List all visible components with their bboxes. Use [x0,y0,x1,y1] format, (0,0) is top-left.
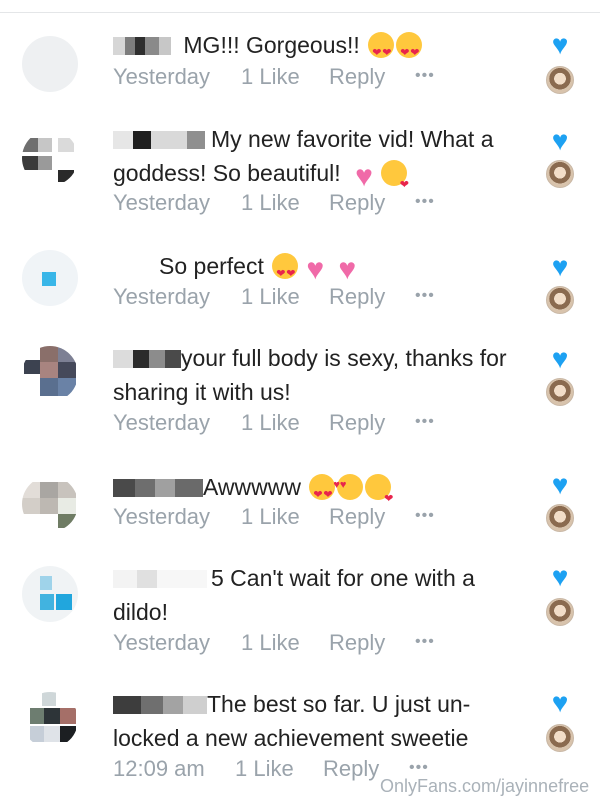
timestamp: 12:09 am [113,756,205,781]
more-dots-icon[interactable]: ••• [415,507,435,524]
watermark: OnlyFans.com/jayinnefree [380,776,590,796]
avatar[interactable] [22,566,78,622]
timestamp: Yesterday [113,190,211,215]
avatar[interactable] [22,476,78,532]
comment-text: So perfect ♥ ♥ [113,249,533,291]
more-dots-icon[interactable]: ••• [409,759,429,776]
like-count[interactable]: 1 Like [241,64,329,90]
heart-eyes-emoji-icon [309,474,336,512]
reply-button[interactable]: Reply [329,284,415,310]
comment-body: So perfect [159,253,264,279]
like-count[interactable]: 1 Like [241,630,329,656]
avatar [546,598,574,626]
reply-button[interactable]: Reply [329,190,415,216]
avatar [546,160,574,188]
comment-meta: Yesterday 1 Like Reply ••• [113,504,435,530]
more-dots-icon[interactable]: ••• [415,413,435,430]
avatar[interactable] [22,36,78,92]
avatar [546,724,574,752]
reply-button[interactable]: Reply [329,504,415,530]
heart-icon[interactable]: ♥ [547,31,573,59]
redacted-username [113,472,203,497]
comment-text: MG!!! Gorgeous!! [113,28,533,70]
comment-text: The best so far. U just un- locked a new… [113,687,533,755]
like-count[interactable]: 1 Like [241,504,329,530]
comment-meta: Yesterday 1 Like Reply ••• [113,410,435,436]
heart-icon[interactable]: ♥ [547,471,573,499]
heart-icon[interactable]: ♥ [547,689,573,717]
heart-icon[interactable]: ♥ [547,345,573,373]
timestamp: Yesterday [113,64,211,89]
redacted-username [113,30,171,55]
avatar [546,378,574,406]
comment-text: 5 Can't wait for one with a dildo! [113,561,533,629]
heart-eyes-emoji-icon [368,32,395,70]
heart-eyes-emoji-icon [272,253,299,291]
redacted-username [113,343,181,368]
comment-body: MG!!! Gorgeous!! [183,32,360,58]
more-dots-icon[interactable]: ••• [415,287,435,304]
avatar[interactable] [22,130,78,186]
more-dots-icon[interactable]: ••• [415,67,435,84]
timestamp: Yesterday [113,410,211,435]
avatar [546,504,574,532]
top-divider [0,12,600,13]
kiss-emoji-icon [365,474,393,516]
comment-meta: Yesterday 1 Like Reply ••• [113,630,435,656]
avatar [546,66,574,94]
avatar [546,286,574,314]
pink-heart-emoji-icon: ♥ [338,253,357,286]
like-count[interactable]: 1 Like [241,190,329,216]
heart-icon[interactable]: ♥ [547,253,573,281]
avatar[interactable] [22,692,78,748]
like-count[interactable]: 1 Like [241,410,329,436]
avatar[interactable] [22,250,78,306]
comment-meta: Yesterday 1 Like Reply ••• [113,64,435,90]
comment-meta: Yesterday 1 Like Reply ••• [113,190,435,216]
heart-eyes-emoji-icon [396,32,423,70]
smiling-face-with-hearts-emoji-icon [333,468,364,502]
timestamp: Yesterday [113,630,211,655]
comment-body: Awwwww [203,474,301,500]
timestamp: Yesterday [113,504,211,529]
redacted-username [113,689,207,714]
comment-meta: Yesterday 1 Like Reply ••• [113,284,435,310]
redacted-username [113,124,205,149]
kiss-emoji-icon [381,160,409,202]
like-count[interactable]: 1 Like [241,284,329,310]
redacted-username [113,563,207,588]
pink-hearts-emoji-icon: ♥ [355,160,373,193]
avatar[interactable] [22,346,78,402]
more-dots-icon[interactable]: ••• [415,633,435,650]
reply-button[interactable]: Reply [329,630,415,656]
comment-text: My new favorite vid! What a goddess! So … [113,122,533,202]
heart-icon[interactable]: ♥ [547,563,573,591]
timestamp: Yesterday [113,284,211,309]
pink-heart-emoji-icon: ♥ [306,253,325,286]
reply-button[interactable]: Reply [329,64,415,90]
heart-icon[interactable]: ♥ [547,127,573,155]
reply-button[interactable]: Reply [329,410,415,436]
like-count[interactable]: 1 Like [235,756,323,782]
more-dots-icon[interactable]: ••• [415,193,435,210]
comment-text: your full body is sexy, thanks for shari… [113,341,533,409]
comment-text: Awwwww [113,468,533,516]
